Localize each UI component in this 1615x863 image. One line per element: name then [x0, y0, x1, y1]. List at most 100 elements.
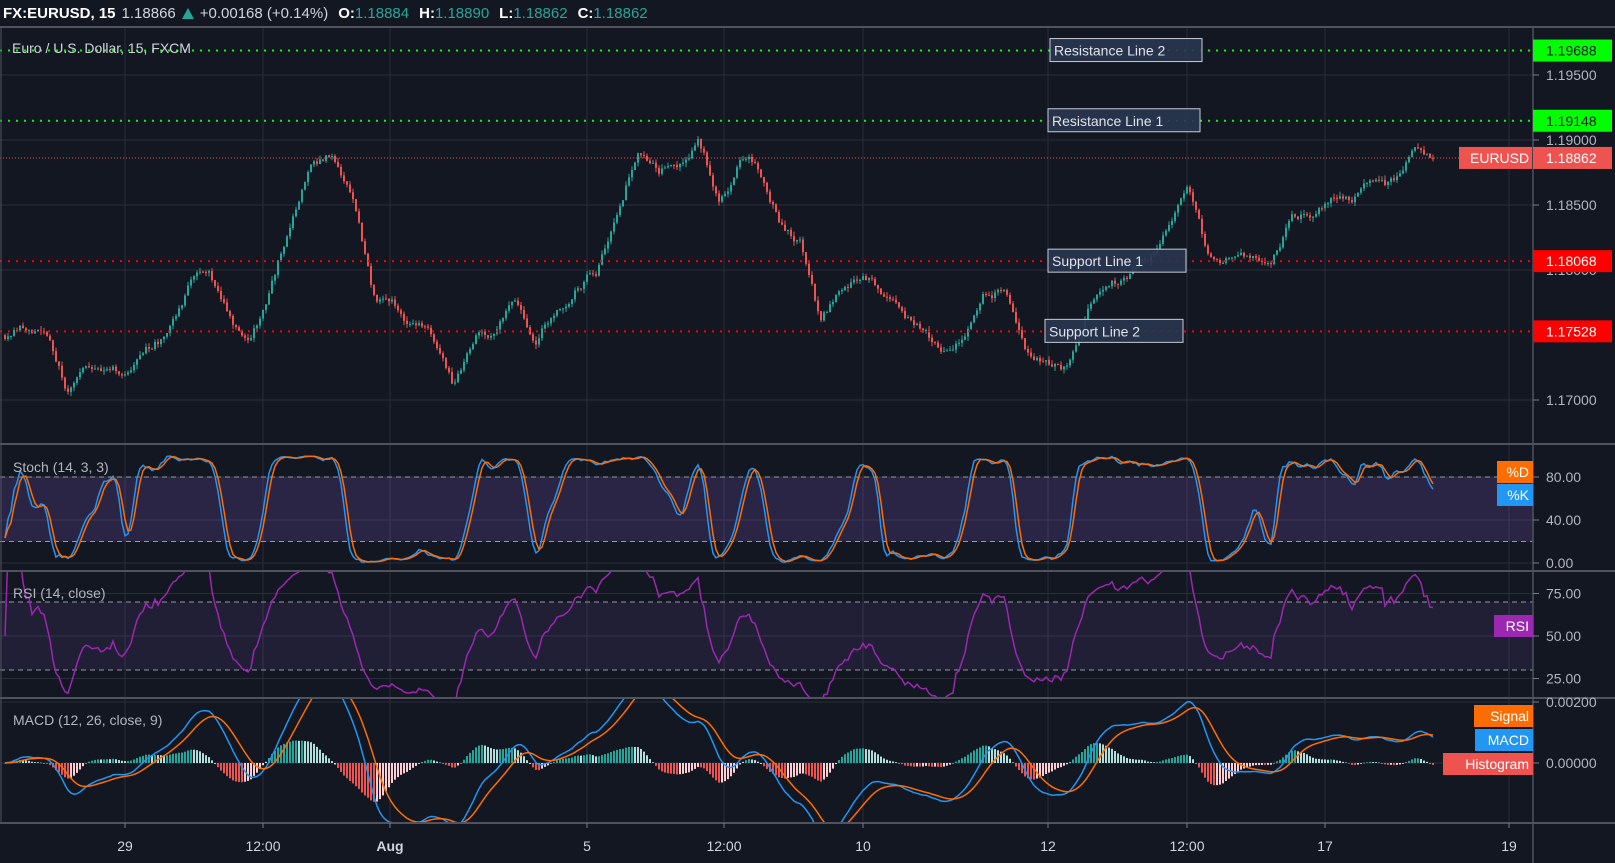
histogram-bar [691, 763, 693, 771]
histogram-bar [946, 763, 948, 766]
histogram-bar [292, 740, 294, 763]
histogram-bar [1354, 763, 1356, 765]
histogram-bar [673, 763, 675, 774]
candle-body [1399, 173, 1401, 177]
candle-body [1030, 352, 1032, 357]
open-label: O: [338, 5, 355, 22]
histogram-bar [817, 763, 819, 781]
candle-body [1192, 192, 1194, 202]
histogram-bar [265, 761, 267, 763]
candle-body [1426, 153, 1428, 155]
histogram-bar [715, 763, 717, 781]
histogram-bar [310, 742, 312, 763]
candle-body [283, 246, 285, 254]
histogram-bar [184, 751, 186, 763]
histogram-bar [751, 759, 753, 763]
histogram-bar [331, 761, 333, 763]
series-legend-label: Signal [1490, 708, 1529, 724]
candle-body [394, 299, 396, 306]
histogram-bar [868, 749, 870, 763]
candle-body [895, 299, 897, 303]
candle-body [1300, 214, 1302, 220]
histogram-bar [328, 758, 330, 763]
candle-body [217, 286, 219, 291]
histogram-bar [529, 763, 531, 764]
time-label: 12 [1040, 838, 1056, 854]
candle-body [1309, 215, 1311, 218]
histogram-bar [907, 763, 909, 766]
candle-body [109, 369, 111, 371]
histogram-bar [883, 758, 885, 763]
candle-body [280, 253, 282, 261]
histogram-bar [664, 763, 666, 773]
candle-body [781, 222, 783, 225]
histogram-bar [1048, 763, 1050, 773]
candle-body [919, 323, 921, 329]
candle-body [946, 350, 948, 352]
histogram-bar [1123, 756, 1125, 763]
candle-body [325, 155, 327, 161]
candle-body [1408, 156, 1410, 163]
candle-body [349, 184, 351, 193]
candle-body [289, 227, 291, 237]
candle-body [712, 175, 714, 187]
last-price: 1.18866 [121, 5, 176, 22]
histogram-bar [307, 741, 309, 763]
histogram-bar [757, 761, 759, 763]
histogram-bar [49, 763, 51, 766]
histogram-bar [1396, 763, 1398, 765]
histogram-bar [748, 759, 750, 763]
histogram-bar [1360, 763, 1362, 764]
candle-body [1336, 198, 1338, 200]
time-label: 17 [1317, 838, 1333, 854]
candle-body [505, 310, 507, 319]
histogram-bar [559, 759, 561, 763]
candle-body [1168, 225, 1170, 231]
candle-body [316, 161, 318, 164]
histogram-bar [1204, 763, 1206, 778]
trading-chart[interactable]: 29 12:00 Aug 5 12:00 10 12 12:00 17 19 1.19500 1.19… [0, 0, 1615, 863]
histogram-bar [1156, 761, 1158, 763]
candle-body [373, 285, 375, 295]
resistance-label: Resistance Line 2 [1054, 43, 1166, 59]
histogram-bar [667, 763, 669, 774]
histogram-bar [220, 763, 222, 771]
candle-body [226, 302, 228, 312]
histogram-bar [610, 752, 612, 763]
candle-body [313, 161, 315, 165]
histogram-bar [832, 763, 834, 769]
histogram-bar [127, 760, 129, 763]
candle-body [526, 318, 528, 328]
histogram-bar [892, 761, 894, 763]
candle-body [148, 347, 150, 349]
histogram-bar [931, 763, 933, 767]
candle-body [997, 289, 999, 293]
candle-body [202, 271, 204, 273]
histogram-bar [649, 759, 651, 763]
histogram-bar [1120, 755, 1122, 763]
candle-body [37, 329, 39, 332]
histogram-bar [361, 763, 363, 793]
histogram-bar [826, 763, 828, 777]
candle-body [604, 248, 606, 255]
candle-body [19, 325, 21, 331]
histogram-bar [388, 763, 390, 788]
histogram-bar [76, 763, 78, 773]
candle-body [658, 167, 660, 174]
candle-body [802, 239, 804, 253]
histogram-bar [358, 763, 360, 789]
symbol-label[interactable]: FX:EURUSD, 15 [3, 5, 116, 22]
histogram-bar [604, 754, 606, 763]
candle-body [751, 156, 753, 163]
candle-body [49, 335, 51, 341]
open-value: 1.18884 [354, 5, 410, 22]
histogram-bar [790, 763, 792, 778]
candle-body [1180, 198, 1182, 206]
candle-body [1015, 312, 1017, 323]
histogram-bar [385, 763, 387, 792]
candle-body [859, 279, 861, 281]
candle-body [559, 309, 561, 311]
histogram-bar [1117, 753, 1119, 763]
candle-body [685, 159, 687, 163]
candle-body [244, 335, 246, 338]
